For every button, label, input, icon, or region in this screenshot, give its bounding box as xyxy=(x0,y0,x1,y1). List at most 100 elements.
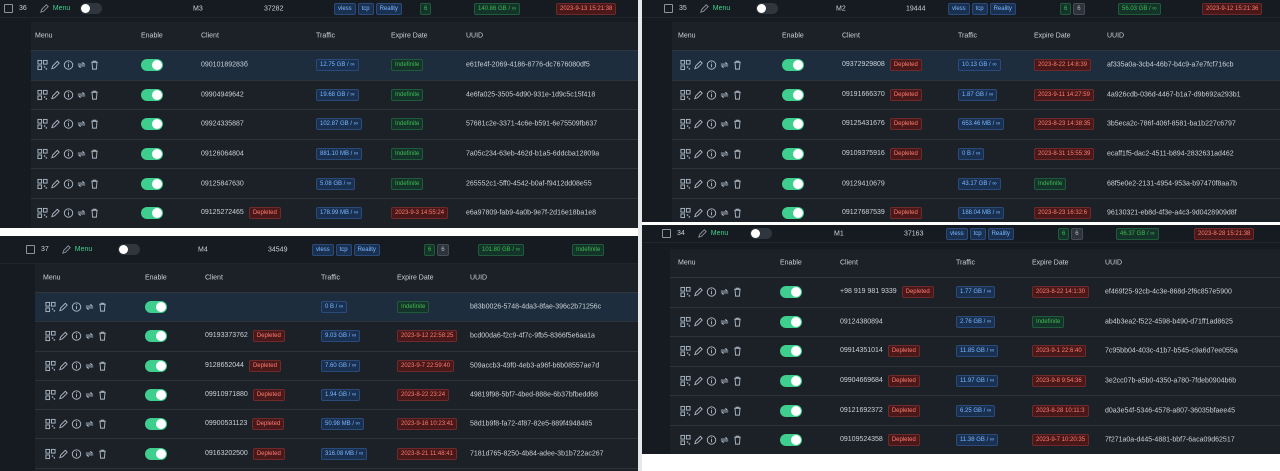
qrcode-icon[interactable] xyxy=(37,89,48,100)
info-icon[interactable] xyxy=(706,346,717,357)
edit-icon[interactable] xyxy=(693,405,704,416)
info-icon[interactable] xyxy=(71,331,82,342)
edit-icon[interactable] xyxy=(50,178,61,189)
info-icon[interactable] xyxy=(706,208,717,219)
qrcode-icon[interactable] xyxy=(37,208,48,219)
column-header-menu[interactable]: Menu xyxy=(678,33,696,40)
reset-icon[interactable] xyxy=(76,208,87,219)
qrcode-icon[interactable] xyxy=(45,302,56,313)
info-icon[interactable] xyxy=(71,448,82,459)
reset-icon[interactable] xyxy=(719,405,730,416)
column-header-uuid[interactable]: UUID xyxy=(466,33,483,40)
info-icon[interactable] xyxy=(706,435,717,446)
inbound-menu-button[interactable]: Menu xyxy=(61,244,92,255)
column-header-client[interactable]: Client xyxy=(842,33,860,40)
delete-icon[interactable] xyxy=(97,331,108,342)
column-header-menu[interactable]: Menu xyxy=(43,275,61,282)
edit-icon[interactable] xyxy=(58,419,69,430)
delete-icon[interactable] xyxy=(89,60,100,71)
client-enable-toggle[interactable] xyxy=(141,118,163,131)
edit-icon[interactable] xyxy=(58,390,69,401)
reset-icon[interactable] xyxy=(84,390,95,401)
column-header-traffic[interactable]: Traffic xyxy=(316,33,335,40)
client-enable-toggle[interactable] xyxy=(780,434,802,447)
client-enable-toggle[interactable] xyxy=(141,88,163,101)
column-header-expire[interactable]: Expire Date xyxy=(1032,260,1069,267)
inbound-menu-button[interactable]: Menu xyxy=(39,3,70,14)
edit-icon[interactable] xyxy=(50,89,61,100)
column-header-enable[interactable]: Enable xyxy=(780,260,802,267)
reset-icon[interactable] xyxy=(76,89,87,100)
edit-icon[interactable] xyxy=(693,149,704,160)
inbound-menu-button[interactable]: Menu xyxy=(699,3,730,14)
qrcode-icon[interactable] xyxy=(45,331,56,342)
client-enable-toggle[interactable] xyxy=(145,359,167,372)
delete-icon[interactable] xyxy=(732,208,743,219)
reset-icon[interactable] xyxy=(719,376,730,387)
edit-icon[interactable] xyxy=(693,346,704,357)
reset-icon[interactable] xyxy=(84,302,95,313)
qrcode-icon[interactable] xyxy=(45,419,56,430)
reset-icon[interactable] xyxy=(719,89,730,100)
client-enable-toggle[interactable] xyxy=(145,389,167,402)
delete-icon[interactable] xyxy=(732,435,743,446)
info-icon[interactable] xyxy=(63,119,74,130)
qrcode-icon[interactable] xyxy=(37,149,48,160)
qrcode-icon[interactable] xyxy=(680,208,691,219)
qrcode-icon[interactable] xyxy=(680,435,691,446)
edit-icon[interactable] xyxy=(693,60,704,71)
delete-icon[interactable] xyxy=(97,360,108,371)
column-header-traffic[interactable]: Traffic xyxy=(956,260,975,267)
column-header-expire[interactable]: Expire Date xyxy=(397,275,434,282)
delete-icon[interactable] xyxy=(89,149,100,160)
delete-icon[interactable] xyxy=(732,89,743,100)
reset-icon[interactable] xyxy=(76,149,87,160)
inbound-expand-checkbox[interactable] xyxy=(662,229,671,238)
edit-icon[interactable] xyxy=(693,178,704,189)
client-enable-toggle[interactable] xyxy=(780,404,802,417)
edit-icon[interactable] xyxy=(50,60,61,71)
info-icon[interactable] xyxy=(706,89,717,100)
reset-icon[interactable] xyxy=(719,149,730,160)
inbound-expand-checkbox[interactable] xyxy=(664,4,673,13)
edit-icon[interactable] xyxy=(50,208,61,219)
delete-icon[interactable] xyxy=(97,390,108,401)
delete-icon[interactable] xyxy=(89,89,100,100)
client-enable-toggle[interactable] xyxy=(145,301,167,314)
info-icon[interactable] xyxy=(706,376,717,387)
client-enable-toggle[interactable] xyxy=(141,148,163,161)
reset-icon[interactable] xyxy=(719,346,730,357)
reset-icon[interactable] xyxy=(76,119,87,130)
info-icon[interactable] xyxy=(63,60,74,71)
edit-icon[interactable] xyxy=(50,149,61,160)
delete-icon[interactable] xyxy=(732,60,743,71)
column-header-enable[interactable]: Enable xyxy=(145,275,167,282)
qrcode-icon[interactable] xyxy=(45,389,56,401)
delete-icon[interactable] xyxy=(97,302,108,313)
reset-icon[interactable] xyxy=(76,178,87,189)
edit-icon[interactable] xyxy=(693,376,704,387)
qrcode-icon[interactable] xyxy=(680,376,691,387)
info-icon[interactable] xyxy=(706,316,717,327)
reset-icon[interactable] xyxy=(84,331,95,342)
info-icon[interactable] xyxy=(71,360,82,371)
edit-icon[interactable] xyxy=(58,302,69,313)
qrcode-icon[interactable] xyxy=(45,448,56,459)
info-icon[interactable] xyxy=(706,60,717,71)
edit-icon[interactable] xyxy=(693,208,704,219)
qrcode-icon[interactable] xyxy=(680,316,691,327)
inbound-enable-toggle[interactable] xyxy=(118,244,141,255)
client-enable-toggle[interactable] xyxy=(145,330,167,343)
edit-icon[interactable] xyxy=(50,119,61,130)
client-enable-toggle[interactable] xyxy=(145,418,167,431)
delete-icon[interactable] xyxy=(732,287,743,298)
column-header-expire[interactable]: Expire Date xyxy=(1034,33,1071,40)
delete-icon[interactable] xyxy=(732,119,743,130)
delete-icon[interactable] xyxy=(97,419,108,430)
info-icon[interactable] xyxy=(706,287,717,298)
column-header-uuid[interactable]: UUID xyxy=(1107,33,1124,40)
column-header-enable[interactable]: Enable xyxy=(782,33,804,40)
inbound-expand-checkbox[interactable] xyxy=(4,4,13,13)
delete-icon[interactable] xyxy=(89,119,100,130)
edit-icon[interactable] xyxy=(693,119,704,130)
